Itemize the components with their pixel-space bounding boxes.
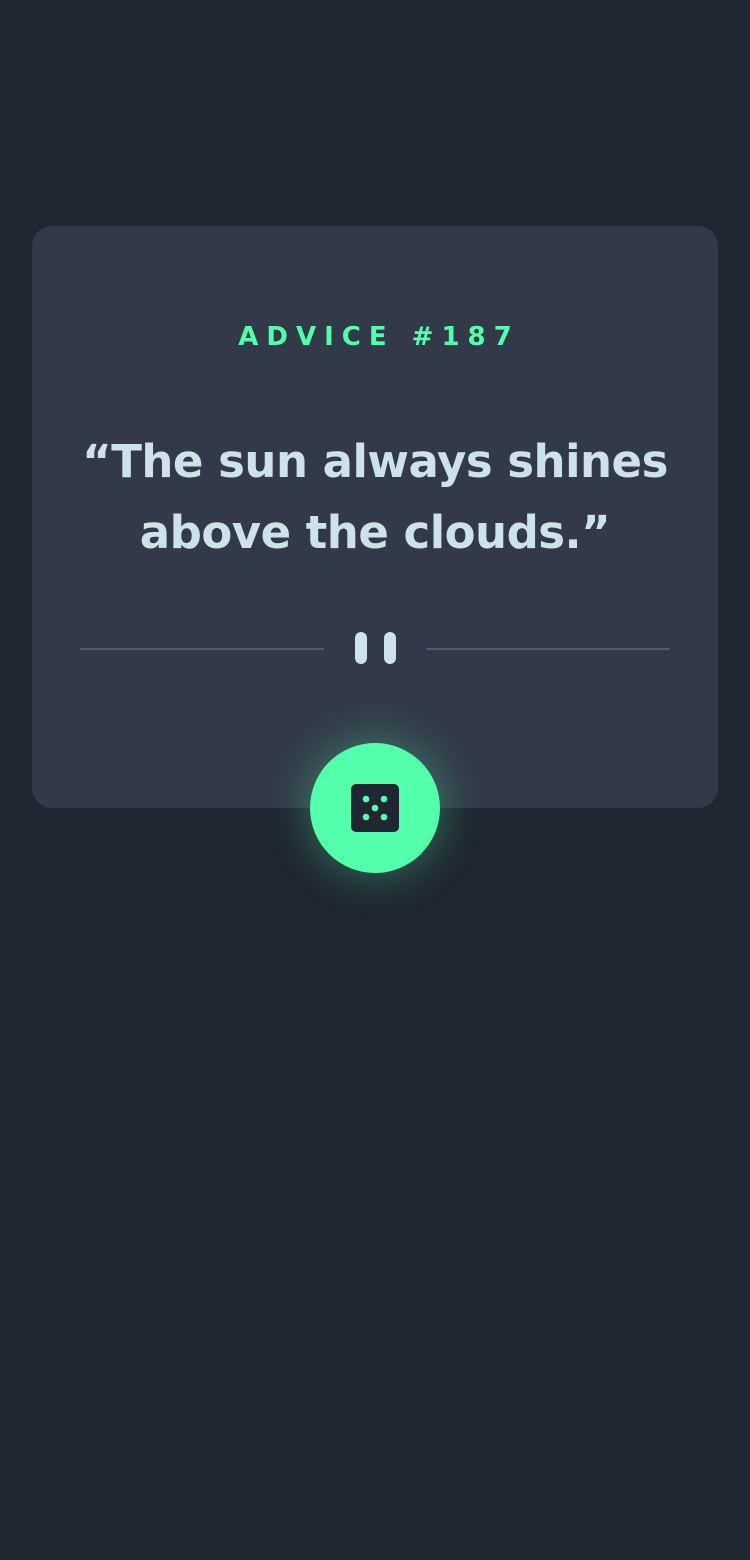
dice-icon bbox=[351, 784, 399, 832]
advice-quote: “The sun always shines above the clouds.… bbox=[82, 435, 668, 559]
divider-line-right bbox=[426, 648, 670, 650]
pause-bar-right bbox=[384, 632, 396, 664]
pause-bar-left bbox=[355, 632, 367, 664]
pause-icon bbox=[355, 632, 397, 664]
divider-line-left bbox=[80, 648, 324, 650]
new-advice-button[interactable] bbox=[310, 743, 440, 873]
advice-id-label: ADVICE #187 bbox=[238, 322, 520, 352]
